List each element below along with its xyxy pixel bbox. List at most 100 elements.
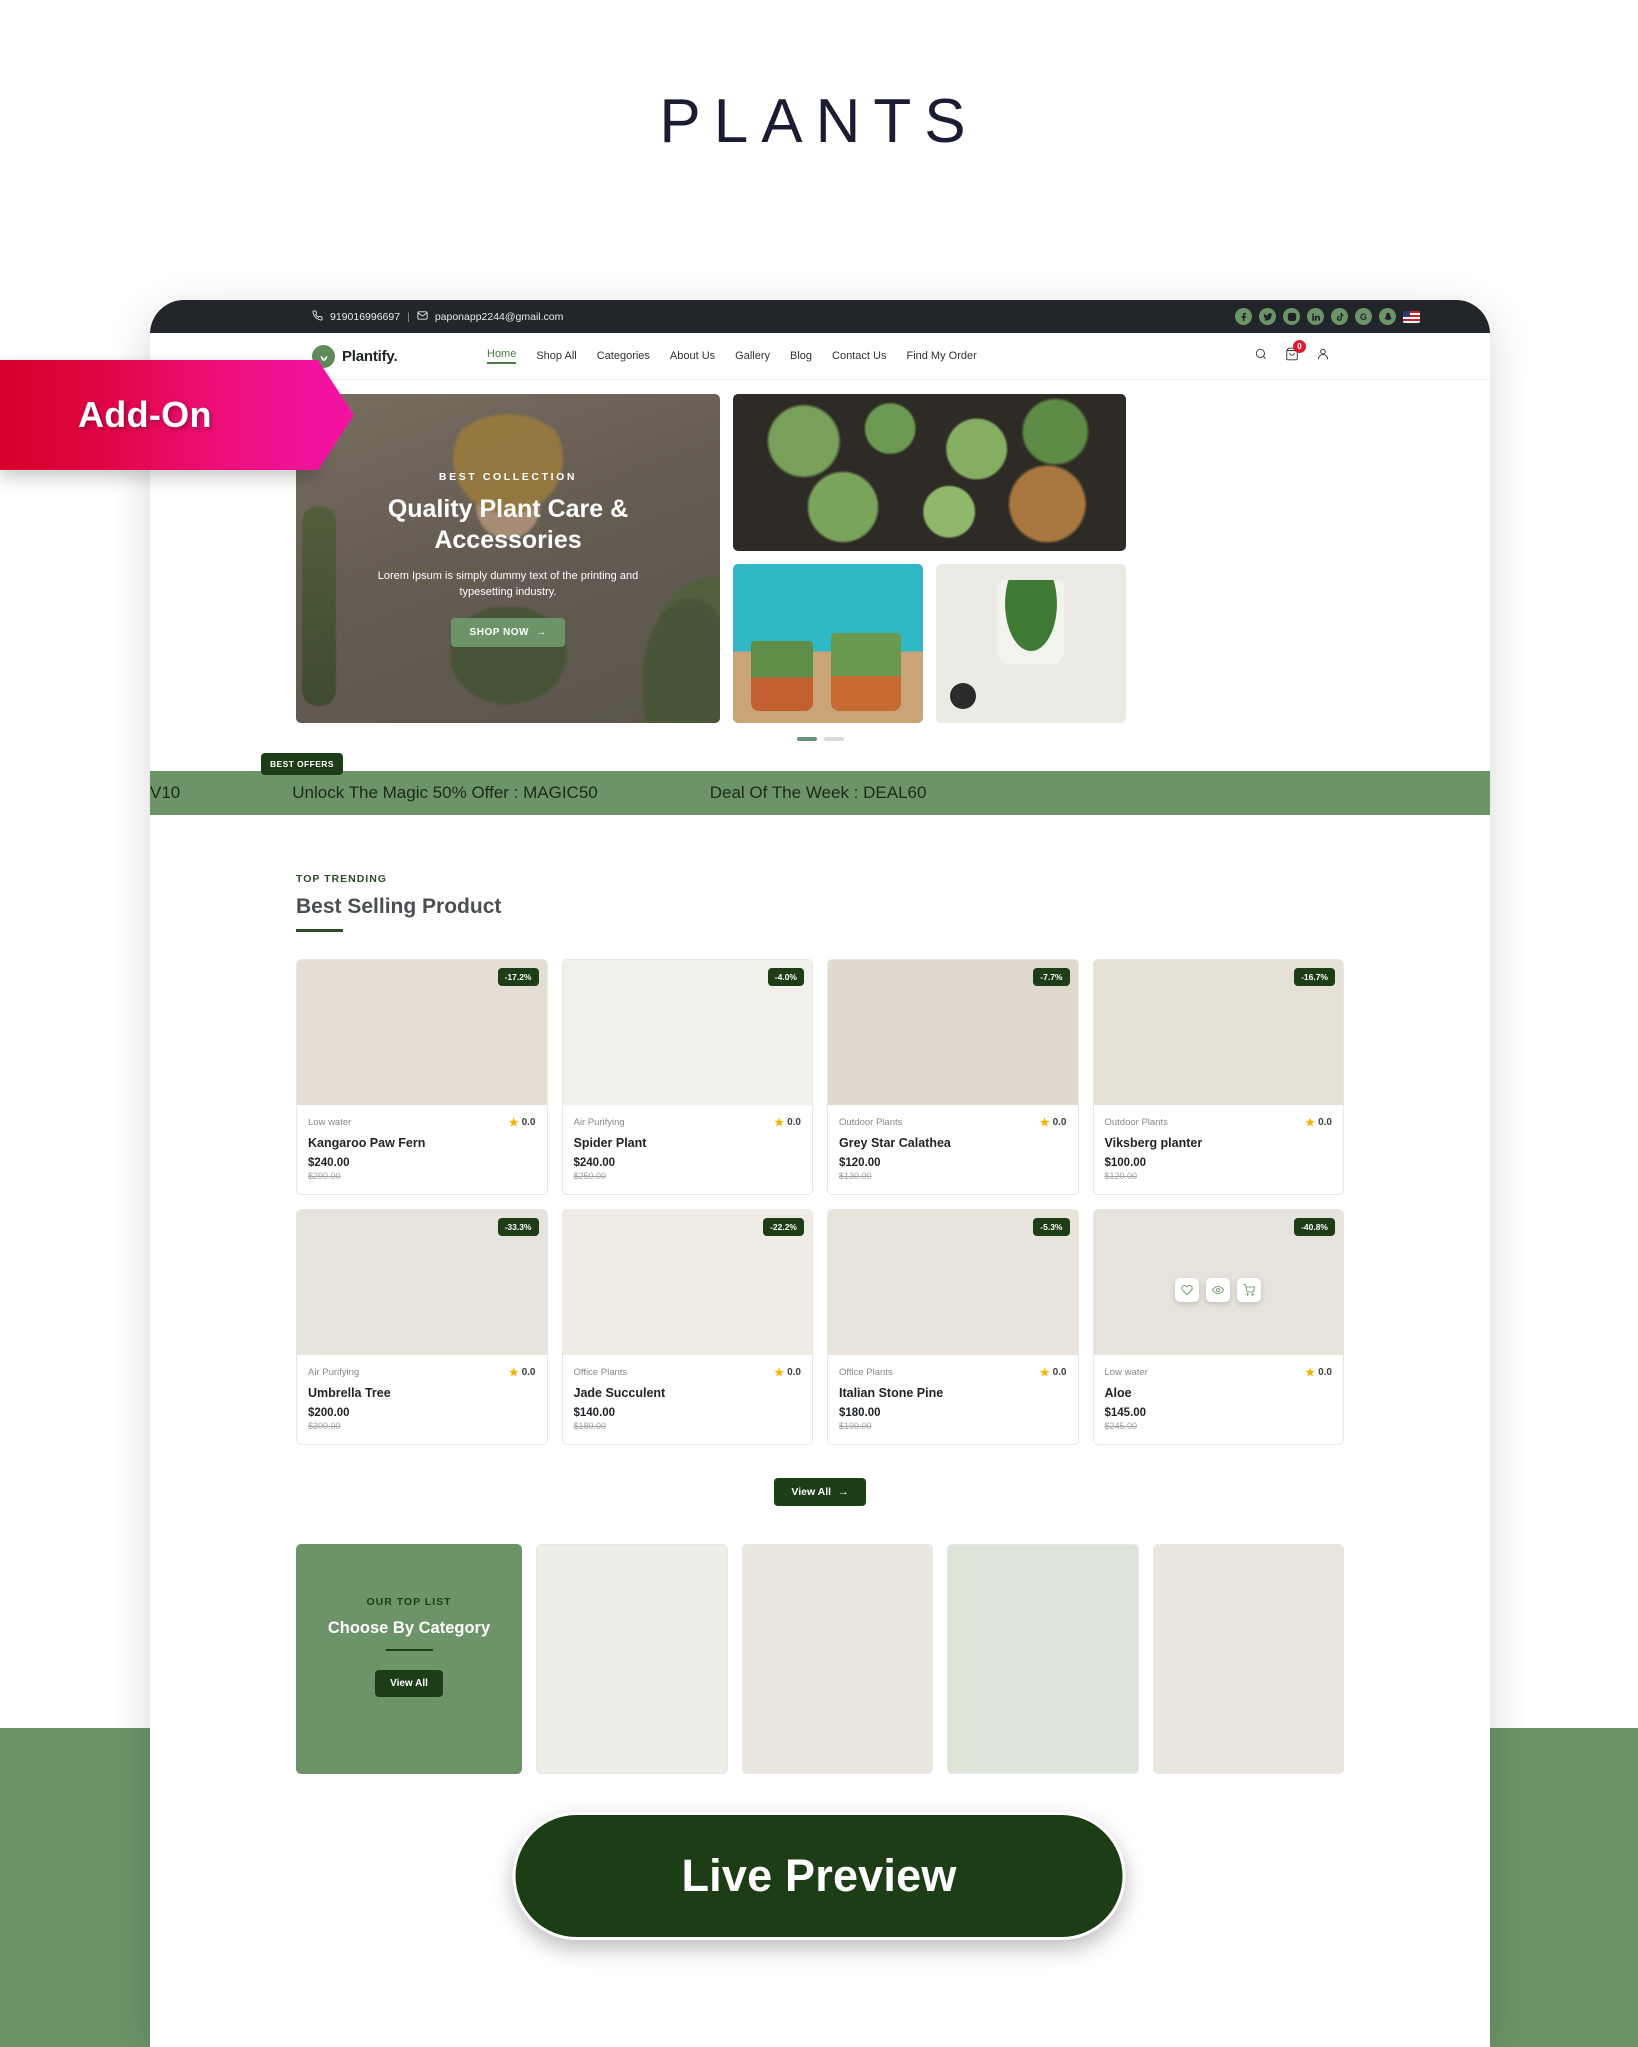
product-card[interactable]: -5.3% Office Plants ★ 0.0 Italian Stone P… [827,1209,1079,1445]
view-all-button[interactable]: View All → [774,1478,866,1506]
page-title: PLANTS [659,87,979,156]
add-on-label: Add-On [78,394,212,435]
rating-value: 0.0 [1052,1367,1067,1378]
user-account-icon[interactable] [1316,347,1330,366]
nav-item-categories[interactable]: Categories [597,350,650,362]
category-thumb[interactable] [1152,1544,1344,1774]
product-name: Kangaroo Paw Fern [308,1136,426,1150]
view-all-label: View All [791,1486,832,1498]
product-price: $240.00 [308,1157,350,1169]
product-rating: ★ 0.0 [774,1116,801,1129]
social-links: G [1235,308,1420,325]
product-image[interactable]: -7.7% [828,960,1078,1105]
category-eyebrow: OUR TOP LIST [366,1596,452,1608]
offer-item-2: Unlock The Magic 50% Offer : MAGIC50 [292,783,598,802]
category-view-all-button[interactable]: View All [375,1670,443,1697]
product-image[interactable]: -17.2% [297,960,547,1105]
product-name: Aloe [1104,1386,1132,1400]
hero-cactus-image[interactable] [733,564,923,723]
nav-item-shop-all[interactable]: Shop All [536,350,576,362]
best-selling-section: TOP TRENDING Best Selling Product -17.2%… [150,815,1490,1506]
quick-view-eye-icon[interactable] [1206,1278,1231,1302]
google-icon[interactable]: G [1355,308,1372,325]
product-price: $200.00 [308,1407,350,1419]
add-to-cart-icon[interactable] [1237,1278,1262,1302]
product-image[interactable]: -22.2% [562,1210,812,1355]
discount-badge: -4.0% [767,968,804,986]
product-image[interactable]: -40.8% [1093,1210,1343,1355]
discount-badge: -5.3% [1033,1218,1070,1236]
rating-value: 0.0 [521,1117,536,1128]
instagram-icon[interactable] [1283,308,1300,325]
section-underline [296,929,343,932]
nav-item-blog[interactable]: Blog [790,350,812,362]
us-flag-icon[interactable] [1403,310,1420,323]
product-card[interactable]: -4.0% Air Purifying ★ 0.0 Spider Plant $2… [561,959,813,1195]
category-thumb[interactable] [741,1544,933,1774]
star-icon: ★ [1305,1367,1316,1379]
snapchat-icon[interactable] [1379,308,1396,325]
topbar-phone[interactable]: 919016996697 [330,311,400,323]
category-thumb[interactable] [536,1544,728,1774]
facebook-icon[interactable] [1235,308,1252,325]
nav-item-about-us[interactable]: About Us [670,350,715,362]
twitter-icon[interactable] [1259,308,1276,325]
product-price: $180.00 [839,1407,881,1419]
hero-side-gallery [733,394,1126,723]
hero-tools-image[interactable] [936,564,1126,723]
category-thumb[interactable] [947,1544,1139,1774]
live-preview-button[interactable]: Live Preview [512,1812,1126,1940]
tiktok-icon[interactable] [1331,308,1348,325]
rating-value: 0.0 [1318,1117,1332,1128]
product-category: Office Plants [573,1367,628,1378]
topbar-contact-group: 919016996697 | paponapp2244@gmail.com [312,310,563,323]
nav-item-find-my-order[interactable]: Find My Order [906,350,976,362]
nav-item-gallery[interactable]: Gallery [735,350,770,362]
product-image[interactable]: -4.0% [562,960,812,1105]
topbar-email[interactable]: paponapp2244@gmail.com [435,311,564,323]
product-meta: Low water ★ 0.0 [1105,1366,1333,1379]
product-price: $145.00 [1104,1407,1147,1419]
hero-copy: BEST COLLECTION Quality Plant Care & Acc… [296,394,720,723]
shop-now-label: SHOP NOW [469,626,529,638]
product-image[interactable]: -16.7% [1093,960,1343,1105]
product-info: Air Purifying ★ 0.0 Umbrella Tree $200.00… [297,1355,547,1444]
product-old-price: $245.00 [1104,1421,1138,1431]
product-old-price: $290.00 [308,1171,341,1181]
shop-now-button[interactable]: SHOP NOW → [450,617,566,647]
offer-item-3: Deal Of The Week : DEAL60 [709,783,927,802]
product-category: Office Plants [839,1367,893,1378]
carousel-dot-2[interactable] [823,737,844,741]
product-card[interactable]: -33.3% Air Purifying ★ 0.0 Umbrella Tree … [296,1209,548,1445]
nav-item-contact-us[interactable]: Contact Us [832,350,886,362]
product-info: Outdoor Plants ★ 0.0 Grey Star Calathea $… [828,1105,1078,1194]
discount-badge: -22.2% [763,1218,804,1236]
product-info: Low water ★ 0.0 Kangaroo Paw Fern $240.00… [297,1105,547,1194]
product-category: Air Purifying [573,1117,625,1128]
hero-succulents-image[interactable] [733,394,1126,551]
choose-by-category-section: OUR TOP LIST Choose By Category View All [150,1544,1490,1774]
nav-item-home[interactable]: Home [487,348,517,364]
wishlist-heart-icon[interactable] [1175,1278,1200,1302]
product-rating: ★ 0.0 [1040,1116,1067,1129]
product-card[interactable]: -7.7% Outdoor Plants ★ 0.0 Grey Star Cala… [827,959,1079,1195]
website-preview-frame: 919016996697 | paponapp2244@gmail.com G [150,300,1490,2047]
star-icon: ★ [508,1117,519,1129]
cart-button[interactable]: 0 [1285,339,1306,366]
hero-main-slide[interactable]: BEST COLLECTION Quality Plant Care & Acc… [296,394,720,723]
product-card[interactable]: -16.7% Outdoor Plants ★ 0.0 Viksberg plan… [1092,959,1344,1195]
category-thumbs [536,1544,1344,1774]
section-eyebrow: TOP TRENDING [296,873,387,885]
arrow-right-icon: → [535,626,547,638]
product-old-price: $250.00 [573,1171,607,1181]
product-card[interactable]: -40.8% Low water ★ 0.0 Aloe $145.00 $245… [1092,1209,1344,1445]
search-icon[interactable] [1254,347,1268,366]
linkedin-icon[interactable] [1307,308,1324,325]
product-image[interactable]: -33.3% [297,1210,547,1355]
product-image[interactable]: -5.3% [828,1210,1078,1355]
product-card[interactable]: -22.2% Office Plants ★ 0.0 Jade Succulent… [561,1209,813,1445]
carousel-dot-1[interactable] [796,737,817,741]
product-card[interactable]: -17.2% Low water ★ 0.0 Kangaroo Paw Fern … [296,959,548,1195]
product-name: Italian Stone Pine [839,1386,944,1400]
product-meta: Low water ★ 0.0 [308,1116,536,1129]
